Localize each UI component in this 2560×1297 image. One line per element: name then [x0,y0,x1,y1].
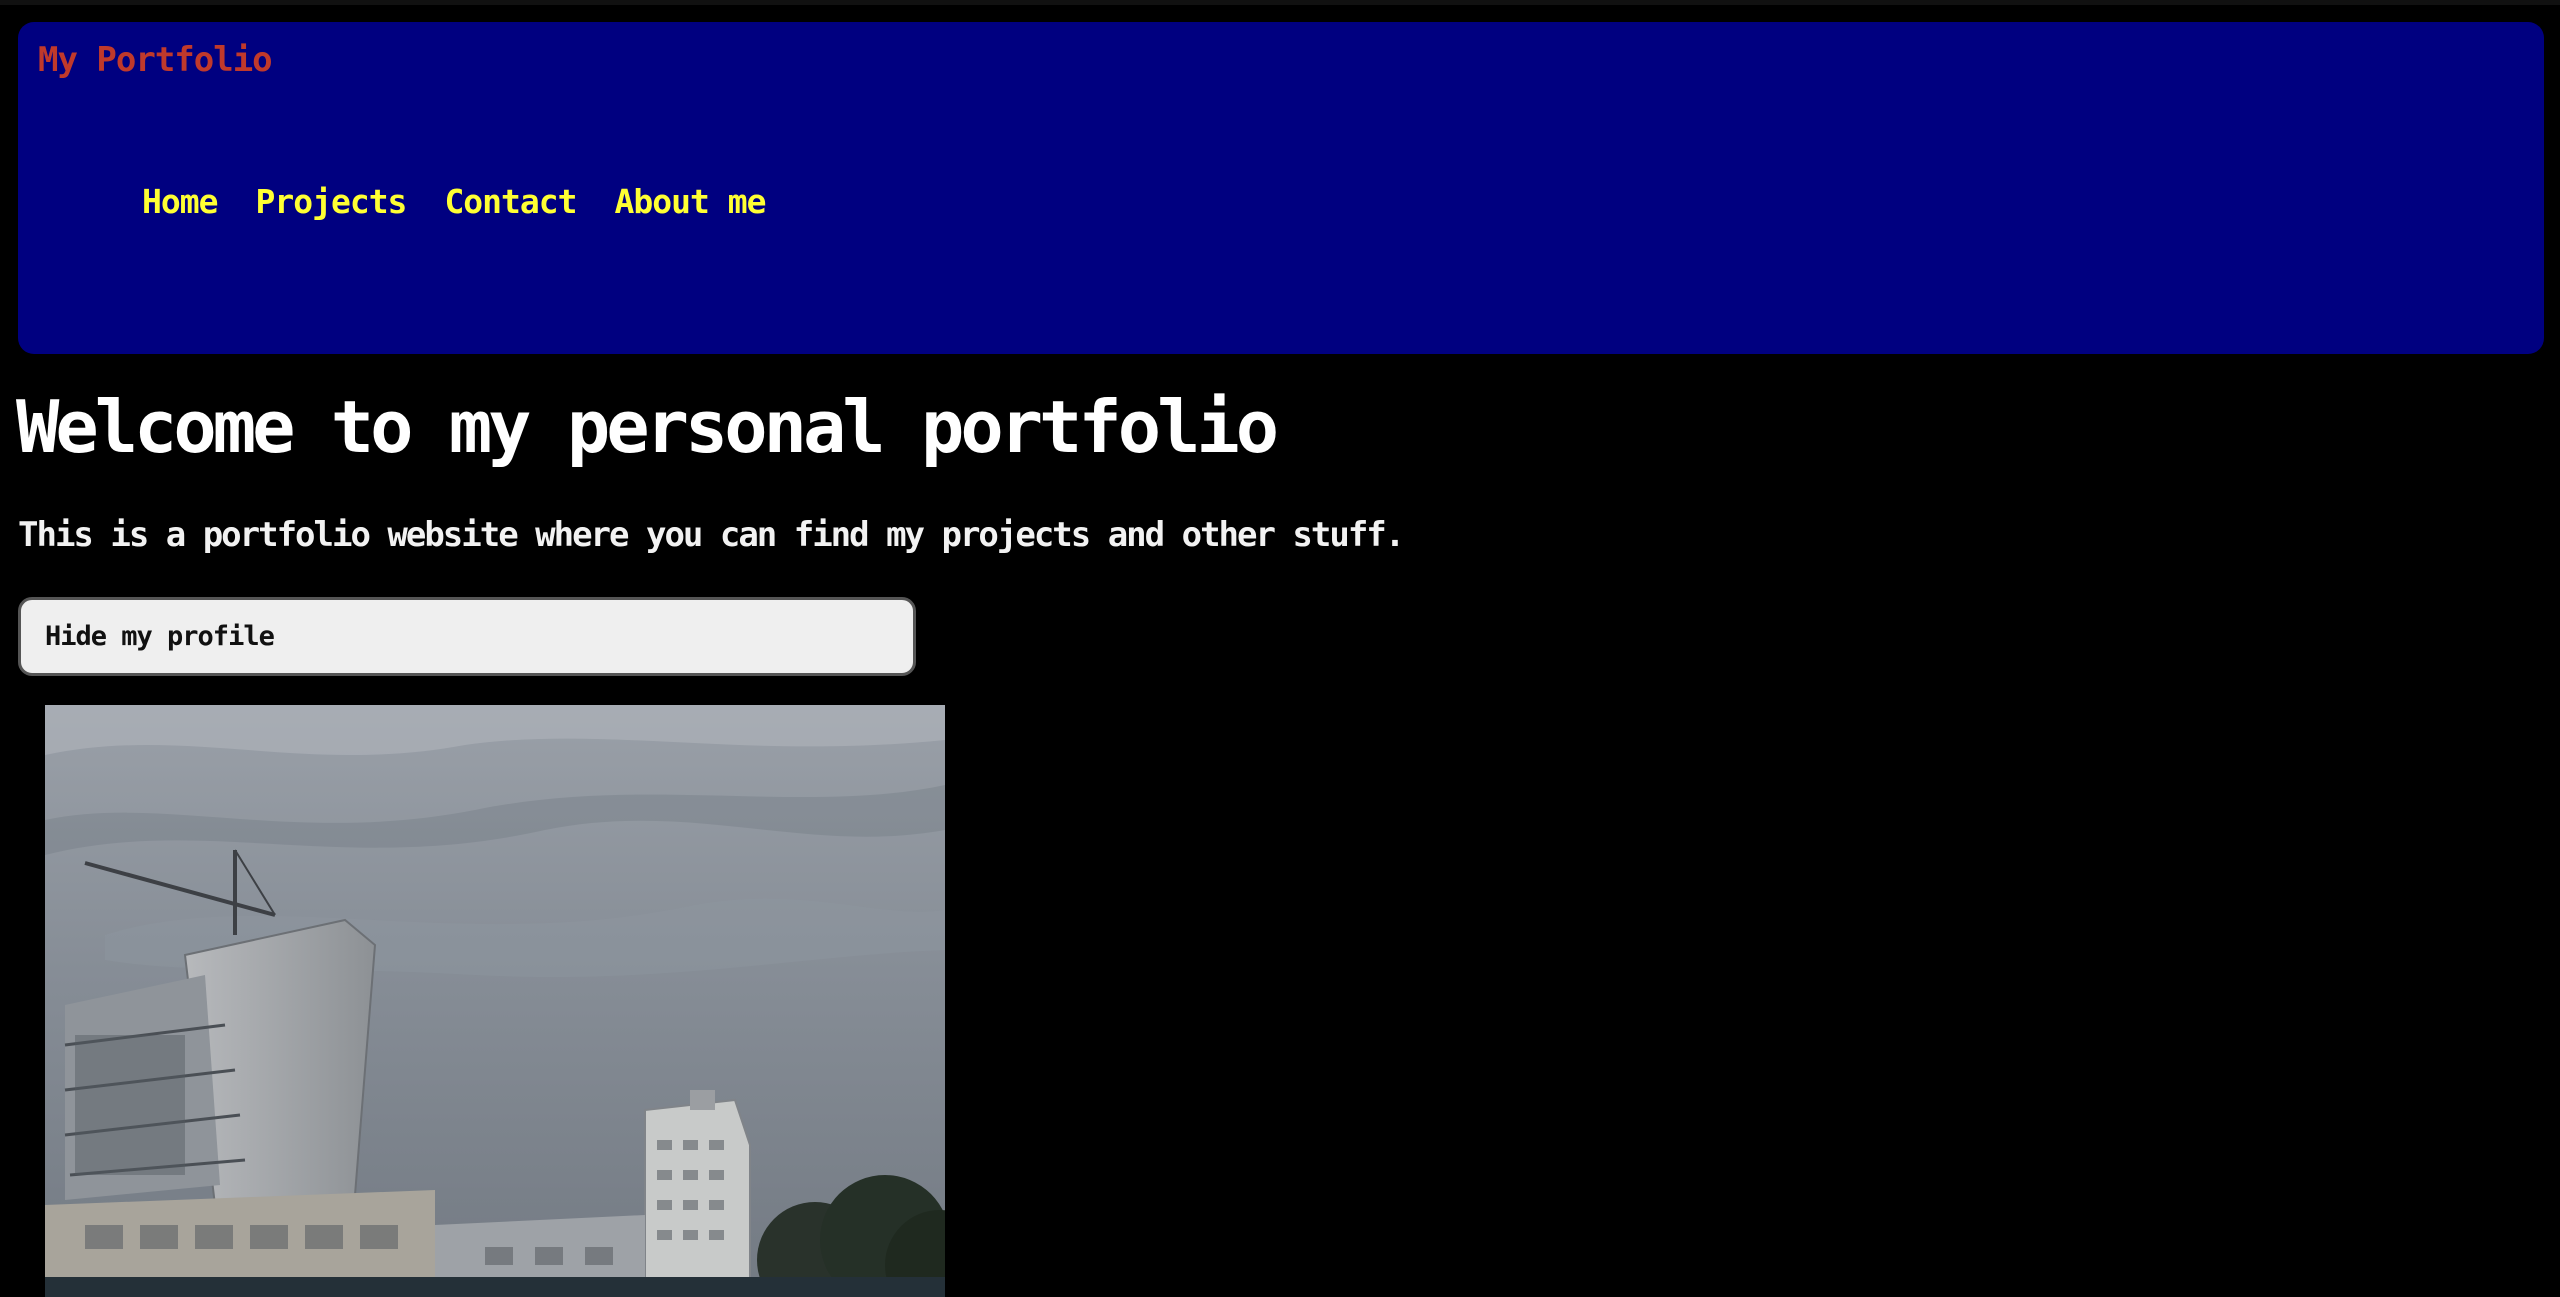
nav-projects-link[interactable]: Projects [255,182,407,221]
nav-home-link[interactable]: Home [142,182,218,221]
profile-photo [45,705,945,1297]
page-title: Welcome to my personal portfolio [16,385,1279,469]
nav-contact-link[interactable]: Contact [444,182,577,221]
intro-text: This is a portfolio website where you ca… [18,515,1405,555]
nav-about-link[interactable]: About me [615,182,767,221]
main-nav: Home Projects Contact About me [142,182,767,221]
hide-profile-button[interactable]: Hide my profile [18,597,916,676]
site-header: My Portfolio Home Projects Contact About… [18,22,2544,354]
site-brand[interactable]: My Portfolio [38,40,273,80]
city-skyline-photo [45,705,945,1297]
browser-top-edge [0,0,2560,5]
